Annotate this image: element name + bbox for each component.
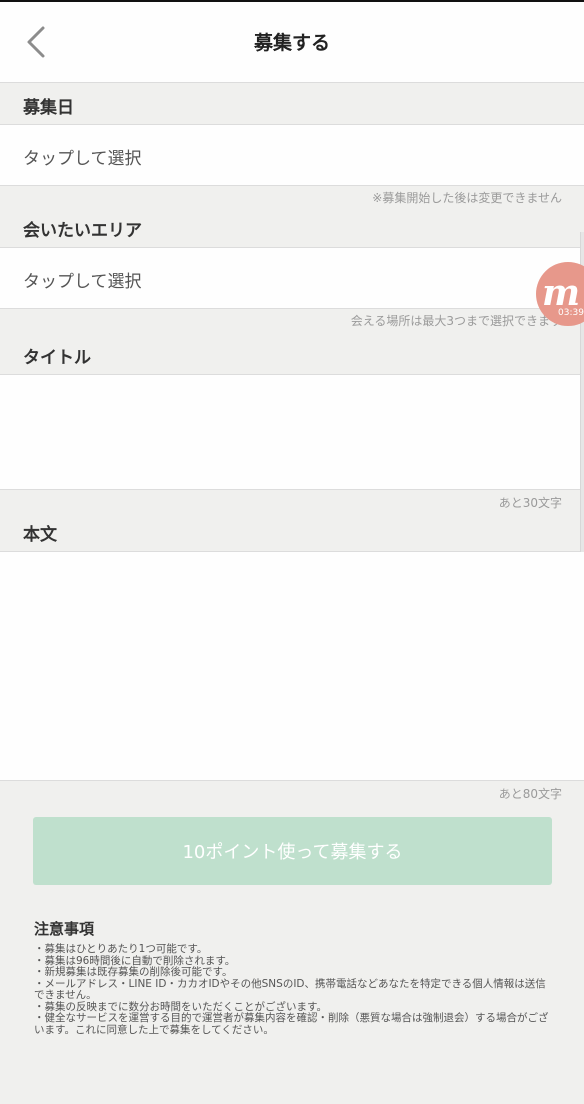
notes-line: ・健全なサービスを運営する目的で運営者が募集内容を確認・削除（悪質な場合は強制退… bbox=[34, 1012, 549, 1036]
notes-list: ・募集はひとりあたり1つ可能です。 ・募集は96時間後に自動で削除されます。 ・… bbox=[34, 943, 552, 1036]
recruit-date-select-text: タップして選択 bbox=[23, 149, 142, 169]
badge-time: 03:39 bbox=[558, 308, 584, 318]
area-select[interactable]: タップして選択 bbox=[0, 247, 584, 309]
area-label: 会いたいエリア bbox=[23, 221, 142, 241]
area-select-text: タップして選択 bbox=[23, 272, 142, 292]
title-input[interactable] bbox=[0, 374, 584, 490]
body-textarea[interactable] bbox=[0, 551, 584, 781]
recruit-date-note: ※募集開始した後は変更できません bbox=[372, 191, 562, 205]
submit-button[interactable]: 10ポイント使って募集する bbox=[33, 817, 552, 885]
body-label: 本文 bbox=[23, 525, 57, 545]
recruit-date-label: 募集日 bbox=[23, 98, 74, 118]
area-note: 会える場所は最大3つまで選択できます bbox=[350, 314, 562, 328]
body-counter: あと80文字 bbox=[498, 787, 562, 801]
app-header: 募集する bbox=[0, 2, 584, 83]
page-title: 募集する bbox=[253, 32, 330, 54]
recruit-date-select[interactable]: タップして選択 bbox=[0, 124, 584, 186]
notes-line: ・新規募集は既存募集の削除後可能です。 bbox=[34, 966, 233, 978]
title-counter: あと30文字 bbox=[498, 496, 562, 510]
notes-title: 注意事項 bbox=[34, 920, 95, 938]
title-label: タイトル bbox=[23, 348, 91, 368]
notes-line: ・募集はひとりあたり1つ可能です。 bbox=[34, 943, 208, 955]
notes-line: ・メールアドレス・LINE ID・カカオIDやその他SNSのID、携帯電話などあ… bbox=[34, 977, 546, 1001]
